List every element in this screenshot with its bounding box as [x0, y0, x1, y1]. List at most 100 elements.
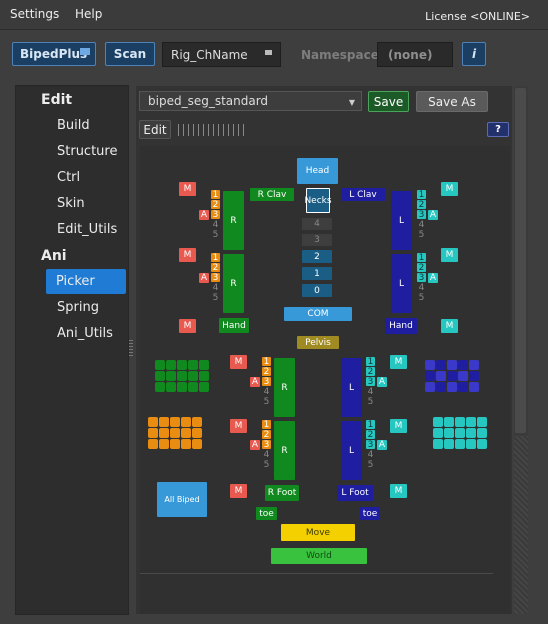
l-forearm-button[interactable]: L — [391, 254, 412, 313]
l-calf-button[interactable]: L — [341, 421, 362, 480]
l-leg-lower-a-button[interactable]: A — [377, 440, 387, 450]
r-toe-button[interactable]: toe — [256, 507, 277, 520]
l-hand-finger-grid-cell[interactable] — [447, 382, 457, 392]
r-toe-grid-cell[interactable] — [148, 428, 158, 438]
scrollbar-thumb[interactable] — [515, 88, 526, 433]
l-upperarm-button[interactable]: L — [391, 191, 412, 250]
l-toe-grid-cell[interactable] — [444, 428, 454, 438]
r-leg-lower-digit-2-button[interactable]: 2 — [262, 430, 271, 440]
r-toe-grid-cell[interactable] — [148, 417, 158, 427]
l-toe-grid-cell[interactable] — [477, 428, 487, 438]
l-hand-finger-grid-cell[interactable] — [469, 382, 479, 392]
scan-button[interactable]: Scan — [105, 42, 155, 66]
l-toe-grid-cell[interactable] — [455, 417, 465, 427]
product-button[interactable]: BipedPlus — [12, 42, 96, 66]
r-leg-lower-digit-3-button[interactable]: 3 — [262, 440, 271, 450]
info-button[interactable]: i — [462, 42, 486, 66]
l-hand-finger-grid-cell[interactable] — [425, 382, 435, 392]
r-arm-lower-digit-2-button[interactable]: 2 — [211, 263, 220, 273]
l-toe-grid-cell[interactable] — [466, 439, 476, 449]
l-toe-grid-cell[interactable] — [466, 428, 476, 438]
spine-3-button[interactable]: 3 — [302, 234, 332, 246]
l-leg-upper-digit-4-button[interactable]: 4 — [366, 387, 375, 397]
r-toe-grid-cell[interactable] — [148, 439, 158, 449]
l-calf-m-button[interactable]: M — [390, 419, 407, 433]
l-leg-upper-digit-3-button[interactable]: 3 — [366, 377, 375, 387]
sidebar-item-edit-utils[interactable]: Edit_Utils — [16, 217, 130, 242]
l-leg-upper-digit-2-button[interactable]: 2 — [366, 367, 375, 377]
move-button[interactable]: Move — [281, 524, 355, 541]
help-button[interactable]: ? — [487, 122, 509, 137]
spine-1-button[interactable]: 1 — [302, 267, 332, 280]
l-arm-lower-digit-4-button[interactable]: 4 — [417, 283, 426, 293]
l-toe-grid-cell[interactable] — [455, 428, 465, 438]
l-thigh-button[interactable]: L — [341, 358, 362, 417]
sidebar-item-picker[interactable]: Picker — [46, 269, 126, 294]
l-toe-button[interactable]: toe — [360, 507, 380, 520]
r-toe-grid-cell[interactable] — [192, 417, 202, 427]
r-arm-m-button[interactable]: M — [179, 182, 196, 196]
r-hand-finger-grid-cell[interactable] — [155, 382, 165, 392]
save-button[interactable]: Save — [368, 91, 409, 112]
l-hand-finger-grid-cell[interactable] — [458, 382, 468, 392]
r-toe-grid-cell[interactable] — [170, 428, 180, 438]
l-hand-finger-grid-cell[interactable] — [436, 360, 446, 370]
l-arm-lower-digit-3-button[interactable]: 3 — [417, 273, 426, 283]
r-leg-lower-digit-4-button[interactable]: 4 — [262, 450, 271, 460]
l-foot-button[interactable]: L Foot — [337, 485, 373, 501]
l-hand-button[interactable]: Hand — [385, 318, 417, 334]
r-foot-m-button[interactable]: M — [230, 484, 247, 498]
r-forearm-m-button[interactable]: M — [179, 248, 196, 262]
r-hand-button[interactable]: Hand — [219, 318, 249, 333]
layer-toggles[interactable] — [178, 124, 248, 136]
menu-help[interactable]: Help — [75, 7, 102, 21]
sidebar-item-ctrl[interactable]: Ctrl — [16, 165, 130, 190]
namespace-field[interactable]: (none) — [377, 42, 453, 67]
l-hand-finger-grid-cell[interactable] — [436, 382, 446, 392]
l-arm-lower-digit-1-button[interactable]: 1 — [417, 253, 426, 263]
r-thigh-m-button[interactable]: M — [230, 355, 247, 369]
l-arm-upper-a-button[interactable]: A — [428, 210, 438, 220]
r-hand-finger-grid-cell[interactable] — [188, 382, 198, 392]
r-arm-upper-digit-5-button[interactable]: 5 — [211, 230, 220, 240]
l-hand-m-button[interactable]: M — [441, 319, 458, 333]
rig-name-dropdown[interactable]: Rig_ChName — [162, 42, 281, 67]
necks-button[interactable]: Necks — [304, 188, 332, 213]
l-toe-grid-cell[interactable] — [466, 417, 476, 427]
l-clav-button[interactable]: L Clav — [341, 188, 385, 201]
r-toe-grid-cell[interactable] — [159, 439, 169, 449]
menu-settings[interactable]: Settings — [10, 7, 59, 21]
r-arm-upper-a-button[interactable]: A — [199, 210, 209, 220]
r-hand-finger-grid-cell[interactable] — [177, 382, 187, 392]
l-arm-upper-digit-2-button[interactable]: 2 — [417, 200, 426, 210]
r-arm-lower-digit-1-button[interactable]: 1 — [211, 253, 220, 263]
l-leg-lower-digit-4-button[interactable]: 4 — [366, 450, 375, 460]
r-arm-lower-digit-5-button[interactable]: 5 — [211, 293, 220, 303]
l-toe-grid-cell[interactable] — [477, 417, 487, 427]
l-hand-finger-grid-cell[interactable] — [447, 371, 457, 381]
spine-2-button[interactable]: 2 — [302, 250, 332, 263]
r-toe-grid-cell[interactable] — [192, 428, 202, 438]
r-hand-finger-grid-cell[interactable] — [188, 360, 198, 370]
r-upperarm-button[interactable]: R — [223, 191, 244, 250]
r-hand-finger-grid-cell[interactable] — [166, 360, 176, 370]
r-calf-button[interactable]: R — [274, 421, 295, 480]
r-hand-finger-grid-cell[interactable] — [177, 360, 187, 370]
l-arm-m-button[interactable]: M — [441, 182, 458, 196]
r-toe-grid-cell[interactable] — [159, 428, 169, 438]
l-thigh-m-button[interactable]: M — [390, 355, 407, 369]
all-biped-button[interactable]: All Biped — [157, 482, 207, 517]
r-hand-finger-grid-cell[interactable] — [177, 371, 187, 381]
l-foot-m-button[interactable]: M — [390, 484, 407, 498]
r-toe-grid-cell[interactable] — [181, 439, 191, 449]
r-leg-lower-digit-5-button[interactable]: 5 — [262, 460, 271, 470]
r-leg-upper-digit-2-button[interactable]: 2 — [262, 367, 271, 377]
r-leg-upper-digit-3-button[interactable]: 3 — [262, 377, 271, 387]
l-leg-upper-digit-1-button[interactable]: 1 — [366, 357, 375, 367]
l-leg-lower-digit-2-button[interactable]: 2 — [366, 430, 375, 440]
r-hand-finger-grid-cell[interactable] — [155, 360, 165, 370]
r-arm-upper-digit-4-button[interactable]: 4 — [211, 220, 220, 230]
l-leg-lower-digit-1-button[interactable]: 1 — [366, 420, 375, 430]
l-forearm-m-button[interactable]: M — [441, 248, 458, 262]
preset-dropdown[interactable]: biped_seg_standard ▼ — [139, 91, 362, 111]
